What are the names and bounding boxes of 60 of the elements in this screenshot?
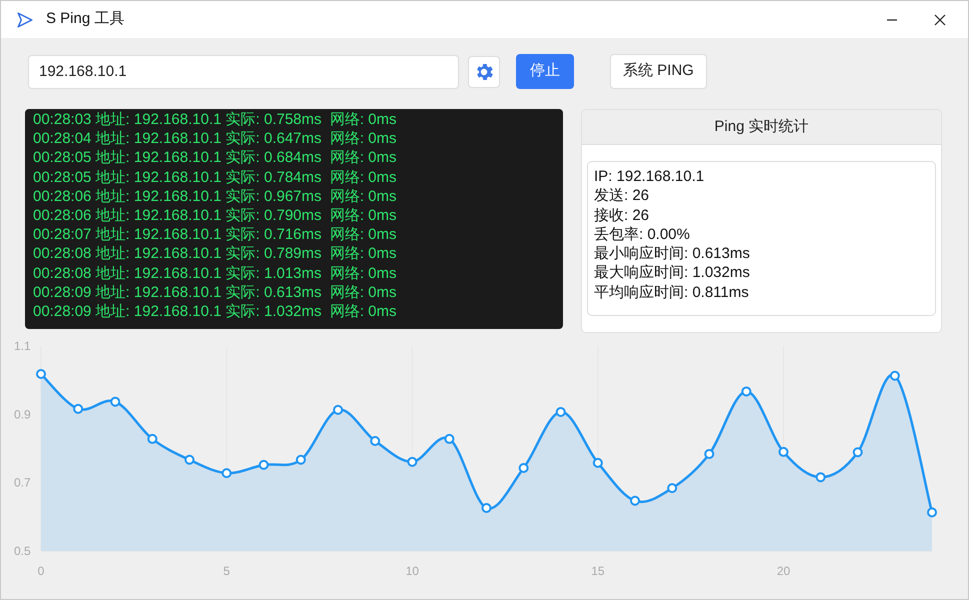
stat-line: 平均响应时间: 0.811ms [594,282,750,302]
data-point [370,436,380,446]
data-point [890,370,900,381]
data-point [110,396,120,407]
log-line: 00:28:05 地址: 192.168.10.1 实际: 0.684ms 网络: 0ms [33,148,398,168]
data-point [630,496,640,506]
log-line: 00:28:06 地址: 192.168.10.1 实际: 0.967ms 网络: 0ms [33,186,398,206]
settings-button[interactable] [468,56,500,88]
y-tick-label: 0.9 [14,407,31,422]
stat-line: 最大响应时间: 1.032ms [594,263,751,283]
data-point [927,507,937,518]
log-line: 00:28:08 地址: 192.168.10.1 实际: 0.789ms 网络: 0ms [33,244,398,264]
data-point [778,446,788,457]
x-tick-label: 20 [776,564,790,578]
data-point [741,386,752,396]
data-point [222,468,232,478]
log-line: 00:28:04 地址: 192.168.10.1 实际: 0.647ms 网络: 0ms [33,129,398,148]
data-point [147,434,158,444]
x-tick-label: 10 [406,564,419,578]
log-line: 00:28:08 地址: 192.168.10.1 实际: 1.013ms 网络: 0ms [33,264,398,283]
window-title: S Ping 工具 [46,9,124,30]
data-point [73,404,84,414]
y-tick-label: 1.1 [14,339,31,353]
data-point [184,454,194,465]
stats-title: Ping 实时统计 [714,116,809,137]
data-point [852,447,863,458]
data-point [556,406,566,417]
log-line: 00:28:05 地址: 192.168.10.1 实际: 0.784ms 网络: 0ms [33,168,398,187]
x-tick-label: 0 [38,564,44,578]
data-point [592,458,603,468]
log-line: 00:28:06 地址: 192.168.10.1 实际: 0.790ms 网络: 0ms [33,206,398,226]
log-line: 00:28:03 地址: 192.168.10.1 实际: 0.758ms 网络: 0ms [33,110,398,130]
send-icon [16,10,34,28]
close-icon [934,14,946,26]
stat-line: 丢包率: 0.00% [594,224,691,244]
data-point [667,483,678,494]
y-tick-label: 0.7 [14,476,31,490]
data-point [444,434,454,444]
x-tick-label: 5 [223,564,230,578]
stat-line: 最小响应时间: 0.613ms [594,244,751,264]
data-point [407,456,418,467]
data-point [518,462,529,473]
x-tick-label: 15 [591,564,605,578]
stop-button[interactable]: 停止 [516,54,574,89]
data-point [704,448,714,459]
stat-line: 接收: 26 [594,206,650,225]
log-line: 00:28:07 地址: 192.168.10.1 实际: 0.716ms 网络: 0ms [33,225,398,244]
system-ping-button[interactable]: 系统 PING [610,54,707,89]
y-tick-label: 0.5 [14,544,31,558]
address-input[interactable]: 192.168.10.1 [28,54,459,88]
data-point [333,404,343,415]
data-point [36,369,46,380]
log-line: 00:28:09 地址: 192.168.10.1 实际: 1.032ms 网络: 0ms [33,302,398,322]
data-point [296,454,306,465]
log-line: 00:28:09 地址: 192.168.10.1 实际: 0.613ms 网络: 0ms [33,282,398,302]
data-point [816,472,826,482]
data-point [482,502,492,513]
data-point [258,460,269,470]
stat-line: 发送: 26 [594,186,650,206]
stat-line: IP: 192.168.10.1 [594,167,706,186]
